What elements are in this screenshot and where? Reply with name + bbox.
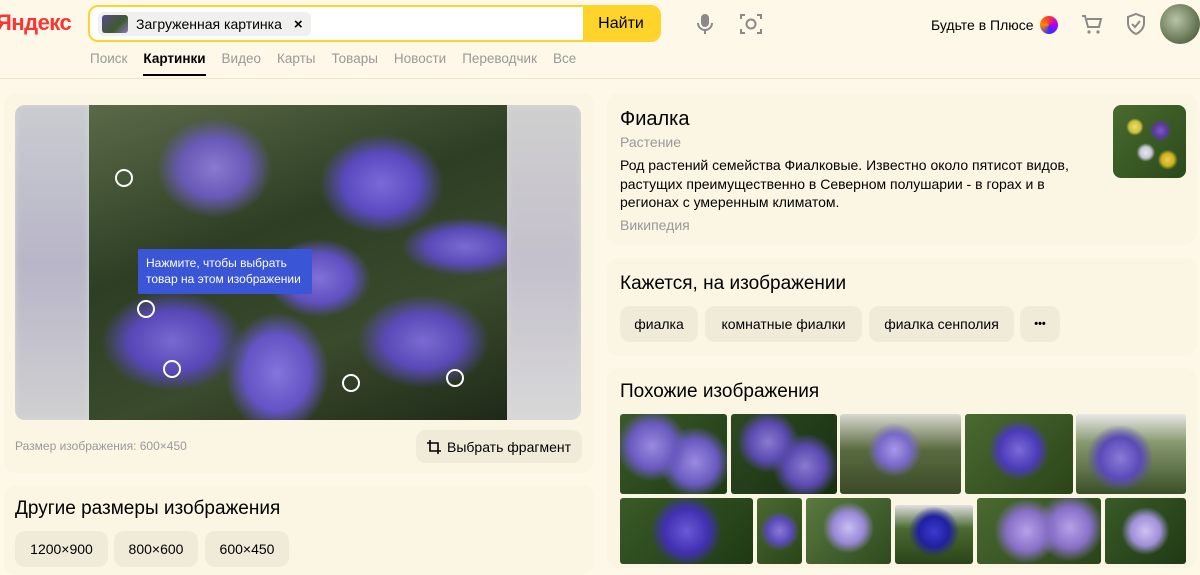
hotspot-marker[interactable] bbox=[137, 300, 155, 318]
hotspot-marker[interactable] bbox=[342, 374, 360, 392]
image-size-text: Размер изображения: 600×450 bbox=[15, 439, 187, 453]
tab-images[interactable]: Картинки bbox=[143, 51, 206, 76]
mic-icon[interactable] bbox=[693, 12, 717, 36]
hotspot-marker[interactable] bbox=[446, 369, 464, 387]
more-tags-button[interactable]: ••• bbox=[1020, 306, 1060, 342]
plus-text: Будьте в Плюсе bbox=[931, 17, 1034, 33]
similar-image[interactable] bbox=[965, 414, 1073, 494]
find-button[interactable]: Найти bbox=[583, 7, 659, 40]
tag-chip[interactable]: комнатные фиалки bbox=[705, 306, 862, 342]
similar-image[interactable] bbox=[840, 414, 961, 494]
tab-translator[interactable]: Переводчик bbox=[462, 51, 537, 76]
blurred-edge-right bbox=[507, 105, 581, 420]
similar-image[interactable] bbox=[757, 498, 802, 564]
similar-image[interactable] bbox=[620, 498, 753, 564]
tag-chip[interactable]: фиалка сенполия bbox=[869, 306, 1014, 342]
uploaded-image-chip[interactable]: Загруженная картинка × bbox=[98, 12, 311, 36]
product-tooltip: Нажмите, чтобы выбрать товар на этом изо… bbox=[138, 249, 312, 294]
tab-news[interactable]: Новости bbox=[394, 51, 446, 76]
similar-image[interactable] bbox=[895, 505, 973, 564]
search-box[interactable]: Загруженная картинка × Найти bbox=[88, 5, 661, 42]
wiki-subtitle: Растение bbox=[620, 134, 682, 150]
similar-image[interactable] bbox=[731, 414, 837, 494]
tab-maps[interactable]: Карты bbox=[277, 51, 315, 76]
tab-goods[interactable]: Товары bbox=[331, 51, 377, 76]
similar-image[interactable] bbox=[977, 498, 1101, 564]
header-divider bbox=[0, 78, 1200, 79]
similar-image[interactable] bbox=[1105, 498, 1186, 564]
similar-image[interactable] bbox=[620, 414, 727, 494]
wiki-description: Род растений семейства Фиалковые. Извест… bbox=[620, 157, 1069, 210]
chip-thumbnail bbox=[102, 15, 128, 33]
hotspot-marker[interactable] bbox=[163, 360, 181, 378]
tab-video[interactable]: Видео bbox=[222, 51, 261, 76]
plus-icon bbox=[1039, 16, 1058, 34]
logo-text: Яндекс bbox=[0, 10, 72, 35]
shield-icon[interactable] bbox=[1124, 12, 1148, 36]
chip-close-icon[interactable]: × bbox=[294, 16, 303, 33]
camera-lens-icon[interactable] bbox=[739, 12, 763, 36]
select-fragment-button[interactable]: Выбрать фрагмент bbox=[416, 430, 582, 463]
tags-title: Кажется, на изображении bbox=[620, 273, 847, 294]
other-sizes-title: Другие размеры изображения bbox=[15, 498, 281, 519]
avatar[interactable] bbox=[1160, 4, 1200, 44]
crop-icon bbox=[426, 439, 441, 454]
tag-chip[interactable]: фиалка bbox=[620, 306, 698, 342]
wiki-source-link[interactable]: Википедия bbox=[620, 217, 690, 233]
blurred-edge-left bbox=[15, 105, 89, 420]
tab-search[interactable]: Поиск bbox=[90, 51, 127, 76]
size-option[interactable]: 600×450 bbox=[205, 531, 289, 567]
select-fragment-label: Выбрать фрагмент bbox=[446, 438, 572, 455]
size-option[interactable]: 1200×900 bbox=[15, 531, 108, 567]
size-option[interactable]: 800×600 bbox=[114, 531, 198, 567]
cart-icon[interactable] bbox=[1080, 12, 1104, 36]
search-tabs: Поиск Картинки Видео Карты Товары Новост… bbox=[90, 51, 592, 76]
header: Яндекс Загруженная картинка × Найти Будь… bbox=[0, 0, 1200, 80]
wiki-thumbnail[interactable] bbox=[1113, 105, 1186, 178]
chip-label: Загруженная картинка bbox=[136, 16, 282, 32]
hotspot-marker[interactable] bbox=[115, 169, 133, 187]
yandex-logo[interactable]: Яндекс bbox=[0, 10, 72, 36]
plus-promo[interactable]: Будьте в Плюсе bbox=[931, 16, 1058, 34]
tab-all[interactable]: Все bbox=[553, 51, 576, 76]
similar-image[interactable] bbox=[806, 498, 891, 564]
similar-title: Похожие изображения bbox=[620, 381, 820, 402]
similar-image[interactable] bbox=[1076, 414, 1186, 494]
wiki-title[interactable]: Фиалка bbox=[620, 108, 689, 131]
